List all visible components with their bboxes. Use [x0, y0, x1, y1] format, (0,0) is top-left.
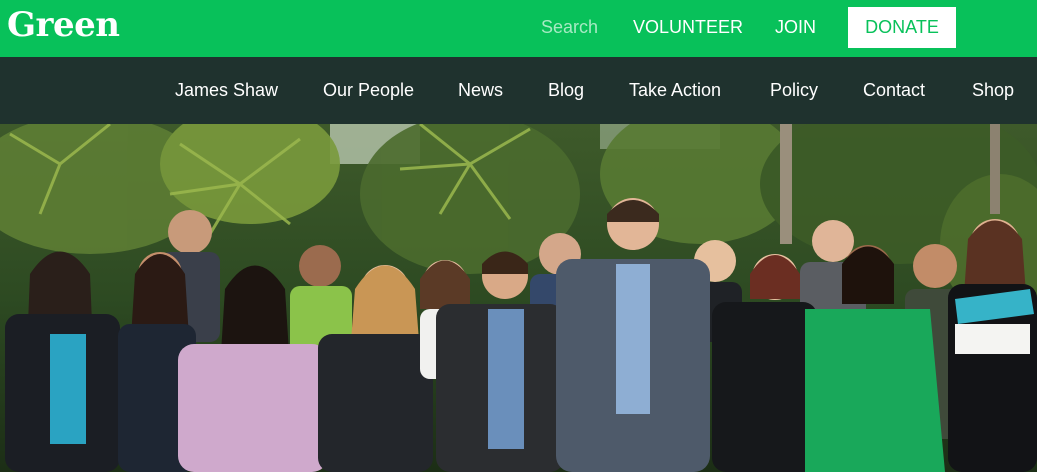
nav-item-take-action[interactable]: Take Action [629, 80, 721, 101]
hero-image [0, 124, 1037, 472]
nav-item-news[interactable]: News [458, 80, 503, 101]
logo[interactable]: Green [7, 5, 120, 45]
donate-button[interactable]: DONATE [848, 7, 956, 48]
top-bar: Green Search VOLUNTEER JOIN DONATE [0, 0, 1037, 57]
nav-item-blog[interactable]: Blog [548, 80, 584, 101]
volunteer-link[interactable]: VOLUNTEER [633, 17, 743, 38]
nav-item-contact[interactable]: Contact [863, 80, 925, 101]
search-input[interactable]: Search [541, 17, 598, 38]
hero-photo-illustration [0, 124, 1037, 472]
join-link[interactable]: JOIN [775, 17, 816, 38]
nav-item-our-people[interactable]: Our People [323, 80, 414, 101]
nav-item-shop[interactable]: Shop [972, 80, 1014, 101]
nav-item-james-shaw[interactable]: James Shaw [175, 80, 278, 101]
nav-item-policy[interactable]: Policy [770, 80, 818, 101]
main-nav: James Shaw Our People News Blog Take Act… [0, 57, 1037, 124]
